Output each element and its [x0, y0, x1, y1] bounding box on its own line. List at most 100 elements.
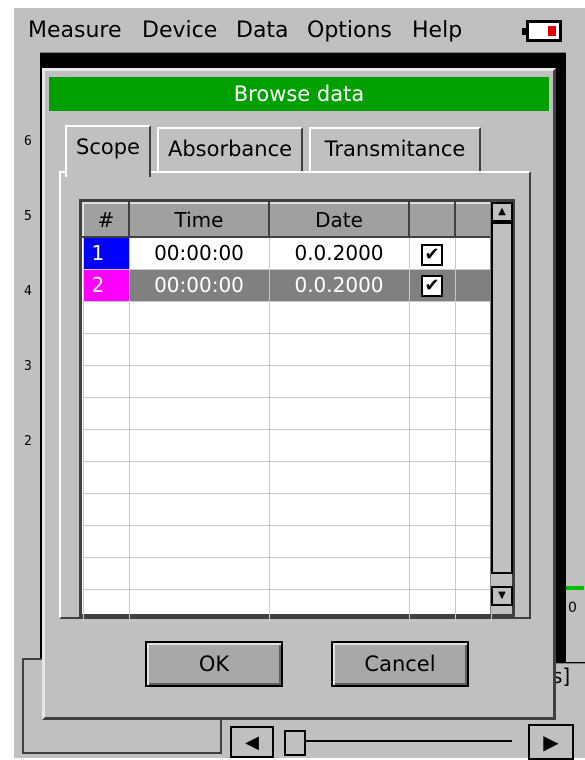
empty-cell [128, 524, 270, 558]
tab-absorbance[interactable]: Absorbance [157, 127, 303, 171]
y-tick: 3 [24, 359, 32, 374]
empty-row [82, 364, 492, 398]
tab-scope[interactable]: Scope [65, 125, 151, 177]
data-table: # Time Date 1 00:00:00 0.0.2000 ✔ 2 00:0… [82, 202, 492, 622]
row-checkbox[interactable]: ✔ [421, 275, 443, 298]
empty-cell [454, 428, 492, 462]
empty-cell [408, 492, 456, 526]
empty-cell [454, 364, 492, 398]
empty-cell [408, 556, 456, 590]
row-date: 0.0.2000 [268, 268, 410, 302]
row-number: 1 [82, 236, 130, 270]
menu-device[interactable]: Device [142, 18, 217, 44]
column-header-extra[interactable] [454, 202, 492, 238]
empty-cell [454, 492, 492, 526]
y-tick: 5 [24, 209, 32, 224]
empty-cell [454, 524, 492, 558]
empty-cell [82, 588, 130, 622]
y-axis-ticks: 6 5 4 3 2 [22, 52, 40, 662]
empty-cell [408, 332, 456, 366]
vertical-scrollbar[interactable]: ▲ ▼ [490, 202, 513, 614]
column-header-date[interactable]: Date [268, 202, 410, 238]
y-tick: 2 [24, 434, 32, 449]
empty-cell [408, 524, 456, 558]
empty-cell [454, 332, 492, 366]
empty-cell [268, 524, 410, 558]
signal-trace [566, 586, 584, 590]
menu-options[interactable]: Options [307, 18, 392, 44]
row-checkbox[interactable]: ✔ [421, 243, 443, 266]
row-time: 00:00:00 [128, 236, 270, 270]
empty-cell [408, 588, 456, 622]
empty-cell [82, 364, 130, 398]
x-tick-end: 0 [568, 600, 577, 616]
empty-cell [128, 364, 270, 398]
empty-cell [268, 428, 410, 462]
battery-icon [522, 20, 562, 42]
row-extra [454, 236, 492, 270]
empty-cell [128, 332, 270, 366]
empty-cell [454, 556, 492, 590]
vertical-scroll-thumb[interactable] [491, 222, 513, 574]
empty-cell [268, 588, 410, 622]
empty-row [82, 460, 492, 494]
empty-cell [408, 396, 456, 430]
cancel-button[interactable]: Cancel [331, 641, 469, 687]
empty-cell [128, 428, 270, 462]
y-tick: 4 [24, 284, 32, 299]
data-table-frame: # Time Date 1 00:00:00 0.0.2000 ✔ 2 00:0… [79, 199, 515, 622]
empty-cell [268, 556, 410, 590]
scroll-down-button[interactable]: ▼ [491, 586, 513, 606]
empty-cell [82, 332, 130, 366]
scroll-thumb[interactable] [284, 730, 306, 756]
scroll-track [302, 740, 512, 742]
browse-data-dialog: Browse data Scope Absorbance Transmitanc… [42, 68, 556, 720]
empty-cell [82, 428, 130, 462]
ok-button[interactable]: OK [145, 641, 283, 687]
empty-cell [268, 332, 410, 366]
tab-transmitance[interactable]: Transmitance [309, 127, 481, 171]
empty-cell [128, 588, 270, 622]
dialog-title: Browse data [49, 77, 549, 111]
empty-cell [408, 460, 456, 494]
arrow-left-icon: ◀ [245, 731, 259, 753]
empty-cell [82, 300, 130, 334]
menubar: Measure Device Data Options Help [14, 8, 585, 52]
empty-cell [128, 396, 270, 430]
empty-cell [268, 460, 410, 494]
menu-help[interactable]: Help [412, 18, 462, 44]
column-header-time[interactable]: Time [128, 202, 270, 238]
empty-cell [408, 364, 456, 398]
column-header-number[interactable]: # [82, 202, 130, 238]
table-header-row: # Time Date [82, 202, 492, 238]
empty-cell [268, 492, 410, 526]
scope-tab-panel: # Time Date 1 00:00:00 0.0.2000 ✔ 2 00:0… [59, 171, 531, 622]
y-tick: 6 [24, 134, 32, 149]
empty-cell [454, 460, 492, 494]
plot-right-margin [566, 52, 585, 662]
scroll-up-button[interactable]: ▲ [491, 202, 513, 222]
empty-cell [128, 300, 270, 334]
empty-cell [268, 364, 410, 398]
table-row[interactable]: 2 00:00:00 0.0.2000 ✔ [82, 268, 492, 302]
empty-cell [408, 428, 456, 462]
scroll-left-button[interactable]: ◀ [230, 726, 274, 758]
column-header-check[interactable] [408, 202, 456, 238]
horizontal-scrollbar[interactable] [284, 728, 534, 756]
empty-row [82, 524, 492, 558]
row-time: 00:00:00 [128, 268, 270, 302]
menu-measure[interactable]: Measure [28, 18, 122, 44]
table-row[interactable]: 1 00:00:00 0.0.2000 ✔ [82, 236, 492, 270]
scroll-right-button[interactable]: ▶ [528, 724, 574, 760]
empty-cell [82, 460, 130, 494]
empty-cell [128, 556, 270, 590]
arrow-down-icon: ▼ [498, 590, 506, 601]
empty-row [82, 588, 492, 622]
empty-cell [82, 556, 130, 590]
empty-row [82, 492, 492, 526]
empty-cell [82, 524, 130, 558]
empty-cell [408, 300, 456, 334]
empty-cell [268, 300, 410, 334]
menu-data[interactable]: Data [236, 18, 289, 44]
row-number: 2 [82, 268, 130, 302]
